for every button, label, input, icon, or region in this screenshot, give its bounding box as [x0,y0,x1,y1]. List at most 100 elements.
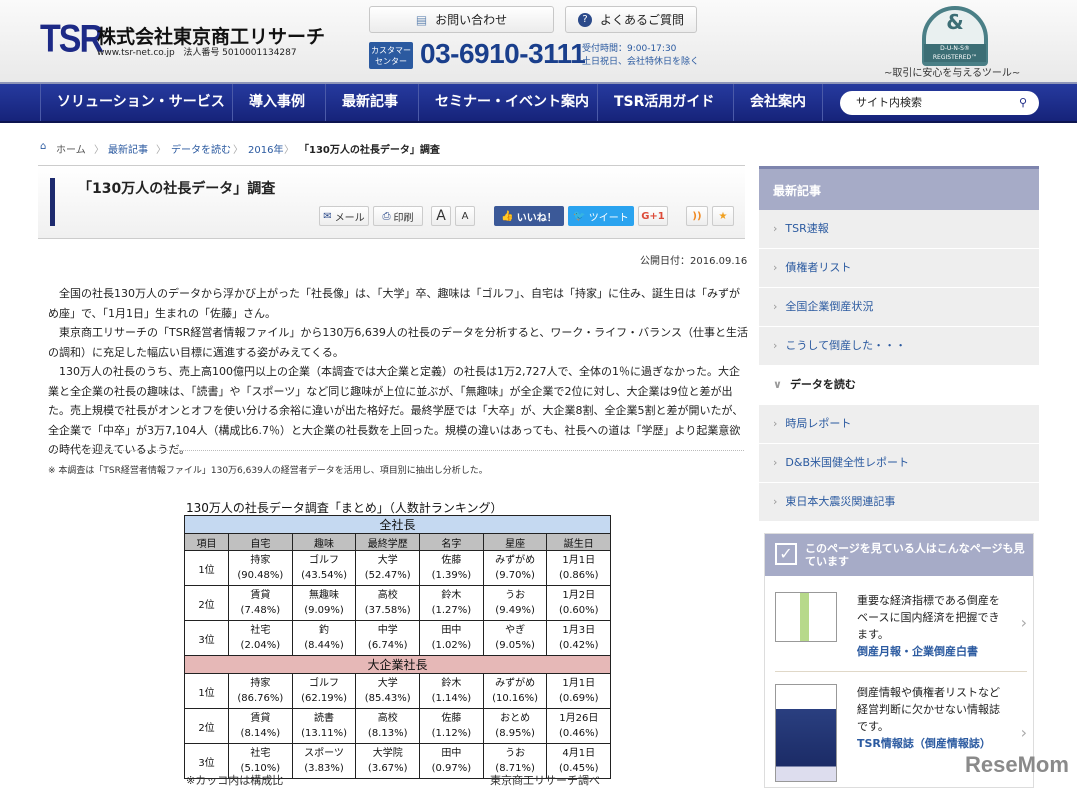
cell-share: (7.48%) [240,605,281,616]
cell-value: 無趣味 [309,590,340,601]
nav-latest[interactable]: 最新記事 [325,84,414,121]
column-header: 趣味 [291,533,357,551]
gplus-button[interactable]: G+1 [638,206,668,226]
mail-label: メール [334,212,365,224]
table-cell: 1月2日 (0.60%) [546,585,612,621]
column-header: 名字 [419,533,484,551]
cell-share: (9.05%) [495,640,535,651]
table-cell: 持家 (90.48%) [228,550,293,586]
checkbox-icon: ✓ [775,543,797,565]
related-text: 倒産情報や債権者リストなど経営判断に欠かせない情報誌です。 [857,686,1000,733]
site-search-input[interactable]: サイト内検索 ⚲ [840,91,1039,115]
crumb-latest[interactable]: 最新記事 [108,141,148,156]
related-link[interactable]: TSR情報誌（倒産情報誌） [857,735,1007,752]
cell-share: (1.14%) [431,693,472,704]
cell-value: 鈴木 [441,678,462,689]
rss-icon[interactable]: )) [686,206,708,226]
contact-button[interactable]: ▤ お問い合わせ [369,6,554,33]
chevron-right-icon: › [773,300,778,313]
cell-share: (8.14%) [240,728,281,739]
nav-cases[interactable]: 導入事例 [232,84,321,121]
cell-value: 持家 [250,678,271,689]
favorite-star-icon[interactable]: ★ [712,206,734,226]
facebook-like-button[interactable]: 👍 いいね！ [494,206,564,226]
mail-button[interactable]: ✉ メール [319,206,369,226]
nav-solutions[interactable]: ソリューション・サービス [40,84,241,121]
cell-value: やぎ [505,625,526,636]
table-footnote: ※カッコ内は構成比 [186,774,284,787]
sidebar-item[interactable]: › TSR速報 [759,210,1039,249]
table-row: 2位 賃貸 (7.48%) 無趣味 (9.09%) 高校 (37.58%) 鈴木 (1.27%)… [184,585,612,621]
contact-label: お問い合わせ [435,13,508,27]
nav-seminar[interactable]: セミナー・イベント案内 [418,84,605,121]
cell-value: 社宅 [250,625,271,636]
table-cell: 佐藤 (1.12%) [419,708,484,744]
company-url: www.tsr-net.co.jp 法人番号 5010001134287 [97,45,297,58]
table-row: 1位 持家 (86.76%) ゴルフ (62.19%) 大学 (85.43%) 鈴木 (1.14… [184,673,612,709]
crumb-year[interactable]: 2016年 [248,141,283,156]
crumb-current: 「130万人の社長データ」調査 [299,145,440,156]
faq-button[interactable]: ? よくあるご質問 [565,6,697,33]
like-label: いいね！ [516,212,557,224]
cell-value: 1月3日 [562,625,596,636]
crumb-home[interactable]: ホーム [56,141,86,156]
table-cell: 賃貸 (8.14%) [228,708,293,744]
related-item[interactable]: 重要な経済指標である倒産をベースに国内経済を把握できます。 倒産月報・企業倒産白書… [775,592,1027,672]
sidebar-item[interactable]: › 債権者リスト [759,249,1039,288]
tsr-logo[interactable]: TSR [40,17,104,62]
cell-value: 佐藤 [441,555,462,566]
table-cell: 佐藤 (1.39%) [419,550,484,586]
rank-cell: 2位 [184,708,229,744]
search-icon[interactable]: ⚲ [1019,91,1027,115]
crumb-data[interactable]: データを読む [171,141,231,156]
chevron-right-icon: 〉 [284,145,294,156]
cell-share: (0.60%) [558,605,599,616]
sidebar-item-label: TSR速報 [785,222,829,235]
sidebar-item[interactable]: › 東日本大震災関連記事 [759,483,1039,522]
cell-value: みずがめ [495,678,536,689]
table-cell: ゴルフ (62.19%) [291,673,357,709]
cell-value: 大学院 [372,748,403,759]
cell-share: (1.12%) [431,728,472,739]
sidebar-item-label: こうして倒産した・・・ [785,339,907,352]
font-small-button[interactable]: A [455,206,475,226]
nav-guide[interactable]: TSR活用ガイド [597,84,730,121]
cell-share: (43.54%) [301,570,347,581]
cell-value: 賃貸 [250,590,271,601]
cell-value: ゴルフ [309,555,340,566]
font-large-button[interactable]: A [431,206,451,226]
chevron-right-icon: › [773,456,778,469]
cell-value: 大学 [377,555,398,566]
sidebar-item[interactable]: › 全国企業倒産状況 [759,288,1039,327]
table-caption: 130万人の社長データ調査「まとめ」（人数計ランキング） [186,501,503,515]
cell-share: (0.86%) [558,570,599,581]
print-button[interactable]: ⎙ 印刷 [373,206,423,226]
sidebar-item-label: 時局レポート [785,417,852,430]
column-header: 星座 [482,533,548,551]
sidebar-item[interactable]: › こうして倒産した・・・ [759,327,1039,366]
tweet-button[interactable]: 🐦 ツイート [568,206,634,226]
related-link[interactable]: 倒産月報・企業倒産白書 [857,643,1007,660]
column-header: 自宅 [228,533,293,551]
sidebar-item[interactable]: ∨ データを読む [759,366,1039,405]
cell-value: 読書 [314,713,335,724]
cell-value: 鈴木 [441,590,462,601]
document-icon: ▤ [415,12,428,27]
cell-share: (37.58%) [364,605,411,616]
cell-share: (0.97%) [431,763,472,774]
table-cell: スポーツ (3.83%) [291,743,357,779]
sidebar-item[interactable]: › 時局レポート [759,405,1039,444]
table-cell: 鈴木 (1.27%) [419,585,484,621]
cell-share: (86.76%) [237,693,284,704]
nav-company[interactable]: 会社案内 [733,84,823,121]
cell-share: (62.19%) [301,693,347,704]
chevron-down-icon: ∨ [773,378,782,391]
duns-caption: ~取引に安心を与えるツール~ [884,68,1021,79]
sidebar-item[interactable]: › D&B米国健全性レポート [759,444,1039,483]
duns-tag: D-U-N-S® REGISTERED™ [924,44,986,62]
cell-value: 4月1日 [562,748,596,759]
cell-share: (0.69%) [558,693,599,704]
table-cell: 無趣味 (9.09%) [291,585,357,621]
related-heading: ✓ このページを見ている人はこんなページも見ています [765,534,1033,576]
twitter-icon: 🐦 [573,210,586,222]
